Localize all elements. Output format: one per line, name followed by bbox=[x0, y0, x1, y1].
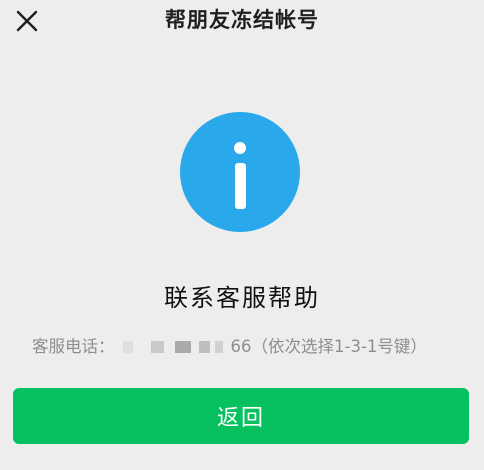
phone-label: 客服电话： bbox=[32, 337, 115, 356]
info-icon-dot bbox=[234, 142, 246, 154]
header-bar: 帮朋友冻结帐号 bbox=[0, 0, 484, 44]
customer-service-phone: 客服电话： 66（依次选择1-3-1号键） bbox=[32, 332, 427, 358]
info-icon bbox=[180, 112, 300, 232]
redacted-phone-number bbox=[117, 334, 229, 356]
info-icon-stem bbox=[234, 163, 246, 209]
page-title: 帮朋友冻结帐号 bbox=[165, 8, 319, 32]
help-title: 联系客服帮助 bbox=[164, 284, 320, 312]
return-button[interactable]: 返回 bbox=[13, 388, 469, 444]
phone-suffix: 66（依次选择1-3-1号键） bbox=[230, 337, 427, 356]
